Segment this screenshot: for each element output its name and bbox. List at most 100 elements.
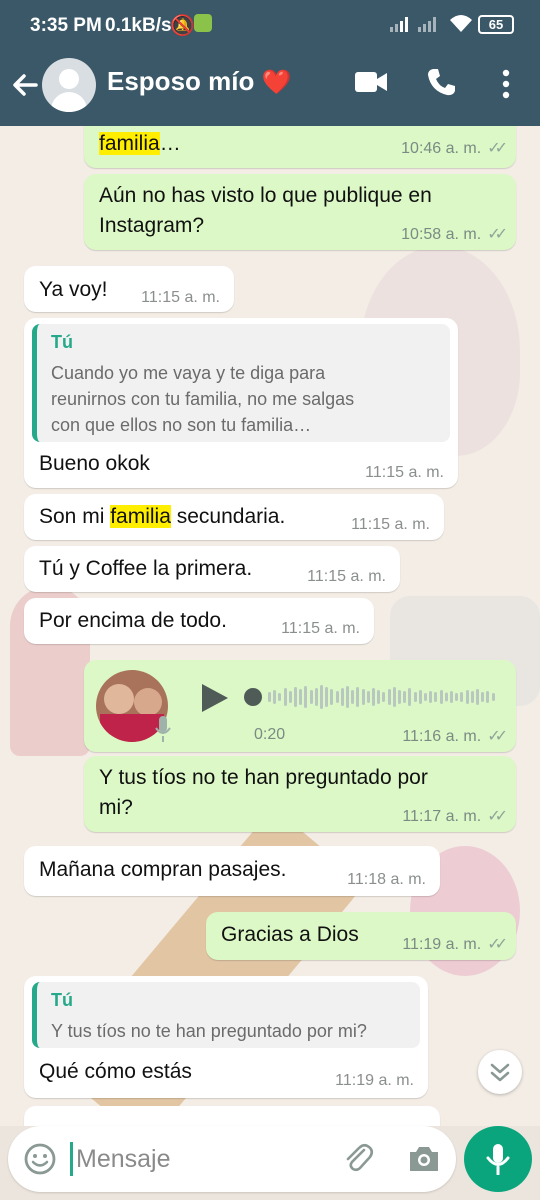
message-text: Aún no has visto lo que publique en: [99, 184, 432, 207]
waveform-bar: [418, 690, 422, 704]
message-incoming[interactable]: Por encima de todo. 11:15 a. m.: [24, 598, 374, 644]
waveform-bar: [398, 690, 401, 704]
microphone-icon: [486, 1144, 510, 1175]
waveform-bar: [268, 692, 271, 702]
highlighted-word: familia: [110, 505, 171, 528]
quoted-message[interactable]: Tú Cuando yo me vaya y te diga para reun…: [32, 324, 450, 442]
contact-name[interactable]: Esposo mío ❤️: [107, 66, 291, 97]
message-time: 10:58 a. m.: [401, 226, 482, 243]
quoted-message[interactable]: Tú Y tus tíos no te han preguntado por m…: [32, 982, 420, 1048]
waveform-bar: [465, 690, 469, 704]
waveform-bar: [439, 690, 443, 704]
waveform-bar: [314, 688, 318, 706]
waveform-bar: [486, 691, 490, 703]
waveform-bar: [309, 690, 313, 704]
waveform-bar: [320, 685, 323, 709]
message-outgoing[interactable]: Y tus tíos no te han preguntado por mi? …: [84, 756, 516, 832]
video-call-icon[interactable]: [354, 69, 390, 99]
waveform-bar: [491, 693, 495, 701]
message-input[interactable]: [76, 1138, 316, 1180]
message-text: Instagram?: [99, 214, 205, 237]
playback-position-handle[interactable]: [244, 688, 262, 706]
message-text: Tú y Coffee la primera.: [39, 557, 253, 580]
waveform-bar: [408, 688, 412, 706]
message-outgoing[interactable]: familia… 10:46 a. m. ✓✓: [84, 126, 516, 168]
chat-area[interactable]: familia… 10:46 a. m. ✓✓ Aún no has visto …: [0, 126, 540, 1126]
message-time: 11:19 a. m.: [335, 1072, 414, 1089]
read-receipt-icon: ✓✓: [487, 808, 508, 825]
heart-emoji: ❤️: [261, 69, 292, 96]
contact-name-text: Esposo mío: [107, 66, 255, 96]
message-incoming-reply[interactable]: Tú Y tus tíos no te han preguntado por m…: [24, 976, 428, 1098]
phone-call-icon[interactable]: [425, 66, 461, 102]
message-time: 11:15 a. m.: [307, 568, 386, 585]
attach-icon[interactable]: [340, 1140, 376, 1176]
read-receipt-icon: ✓✓: [487, 936, 508, 953]
waveform-bar: [382, 692, 386, 702]
play-icon[interactable]: [198, 682, 230, 714]
waveform-bar: [283, 688, 287, 706]
message-outgoing[interactable]: Gracias a Dios 11:19 a. m. ✓✓: [206, 912, 516, 960]
contact-avatar[interactable]: [42, 58, 96, 112]
waveform-bar: [413, 692, 417, 702]
scroll-to-bottom-button[interactable]: [478, 1050, 522, 1094]
status-network-speed: 0.1kB/s: [105, 15, 172, 36]
more-options-icon[interactable]: [494, 64, 518, 104]
waveform-bar: [392, 687, 396, 707]
waveform-bar: [288, 691, 292, 703]
signal-icon: [390, 16, 412, 32]
emoji-icon[interactable]: [22, 1141, 58, 1177]
waveform-bar: [335, 691, 339, 703]
voice-duration: 0:20: [254, 726, 286, 743]
voice-message[interactable]: 0:20 11:16 a. m. ✓✓: [84, 660, 516, 752]
waveform-bar: [278, 693, 282, 701]
waveform-bar: [356, 687, 360, 707]
wifi-icon: [448, 12, 474, 40]
app-notification-icon: [194, 14, 212, 32]
camera-icon[interactable]: [406, 1141, 442, 1177]
battery-indicator: 65: [478, 15, 514, 34]
waveform-bar: [403, 691, 407, 703]
message-text: Ya voy!: [39, 278, 108, 301]
message-incoming-partial[interactable]: [24, 1106, 440, 1126]
audio-waveform[interactable]: [268, 682, 498, 712]
waveform-bar: [325, 687, 329, 707]
quote-author: Tú: [51, 332, 73, 352]
message-incoming[interactable]: Ya voy! 11:15 a. m.: [24, 266, 234, 312]
compose-area: [0, 1126, 540, 1200]
message-incoming[interactable]: Tú y Coffee la primera. 11:15 a. m.: [24, 546, 400, 592]
waveform-bar: [340, 688, 344, 706]
waveform-bar: [294, 687, 297, 707]
message-text: Bueno okok: [39, 452, 150, 475]
message-time: 10:46 a. m.: [401, 140, 482, 157]
text-cursor: [70, 1142, 73, 1176]
waveform-bar: [470, 691, 474, 703]
waveform-bar: [361, 689, 365, 705]
message-incoming[interactable]: Mañana compran pasajes. 11:18 a. m.: [24, 846, 440, 896]
quote-text: Y tus tíos no te han preguntado por mi?: [51, 1021, 367, 1041]
message-text: Mañana compran pasajes.: [39, 858, 287, 881]
message-time: 11:17 a. m.: [402, 808, 482, 825]
signal-icon-2: [418, 16, 440, 32]
waveform-bar: [273, 690, 277, 704]
waveform-bar: [450, 691, 453, 703]
waveform-bar: [299, 689, 303, 705]
message-text: Gracias a Dios: [221, 923, 359, 946]
waveform-bar: [304, 686, 308, 708]
message-incoming[interactable]: Son mi familia secundaria. 11:15 a. m.: [24, 494, 444, 540]
voice-record-button[interactable]: [464, 1126, 532, 1192]
status-bar: 3:35 PM 0.1kB/s 🔕 65: [0, 0, 540, 52]
message-input-bar: [8, 1126, 456, 1192]
message-time: 11:16 a. m.: [402, 728, 482, 745]
quote-text: con que ellos no son tu familia…: [51, 415, 312, 435]
message-text: secundaria.: [170, 505, 286, 528]
message-time: 11:15 a. m.: [365, 464, 444, 481]
waveform-bar: [455, 693, 459, 701]
read-receipt-icon: ✓✓: [487, 728, 508, 745]
message-incoming-reply[interactable]: Tú Cuando yo me vaya y te diga para reun…: [24, 318, 458, 488]
quote-text: Cuando yo me vaya y te diga para: [51, 363, 326, 383]
muted-notifications-icon: 🔕: [170, 15, 195, 37]
message-outgoing[interactable]: Aún no has visto lo que publique en Inst…: [84, 174, 516, 250]
back-arrow-icon[interactable]: [8, 65, 42, 105]
quote-author: Tú: [51, 990, 73, 1010]
